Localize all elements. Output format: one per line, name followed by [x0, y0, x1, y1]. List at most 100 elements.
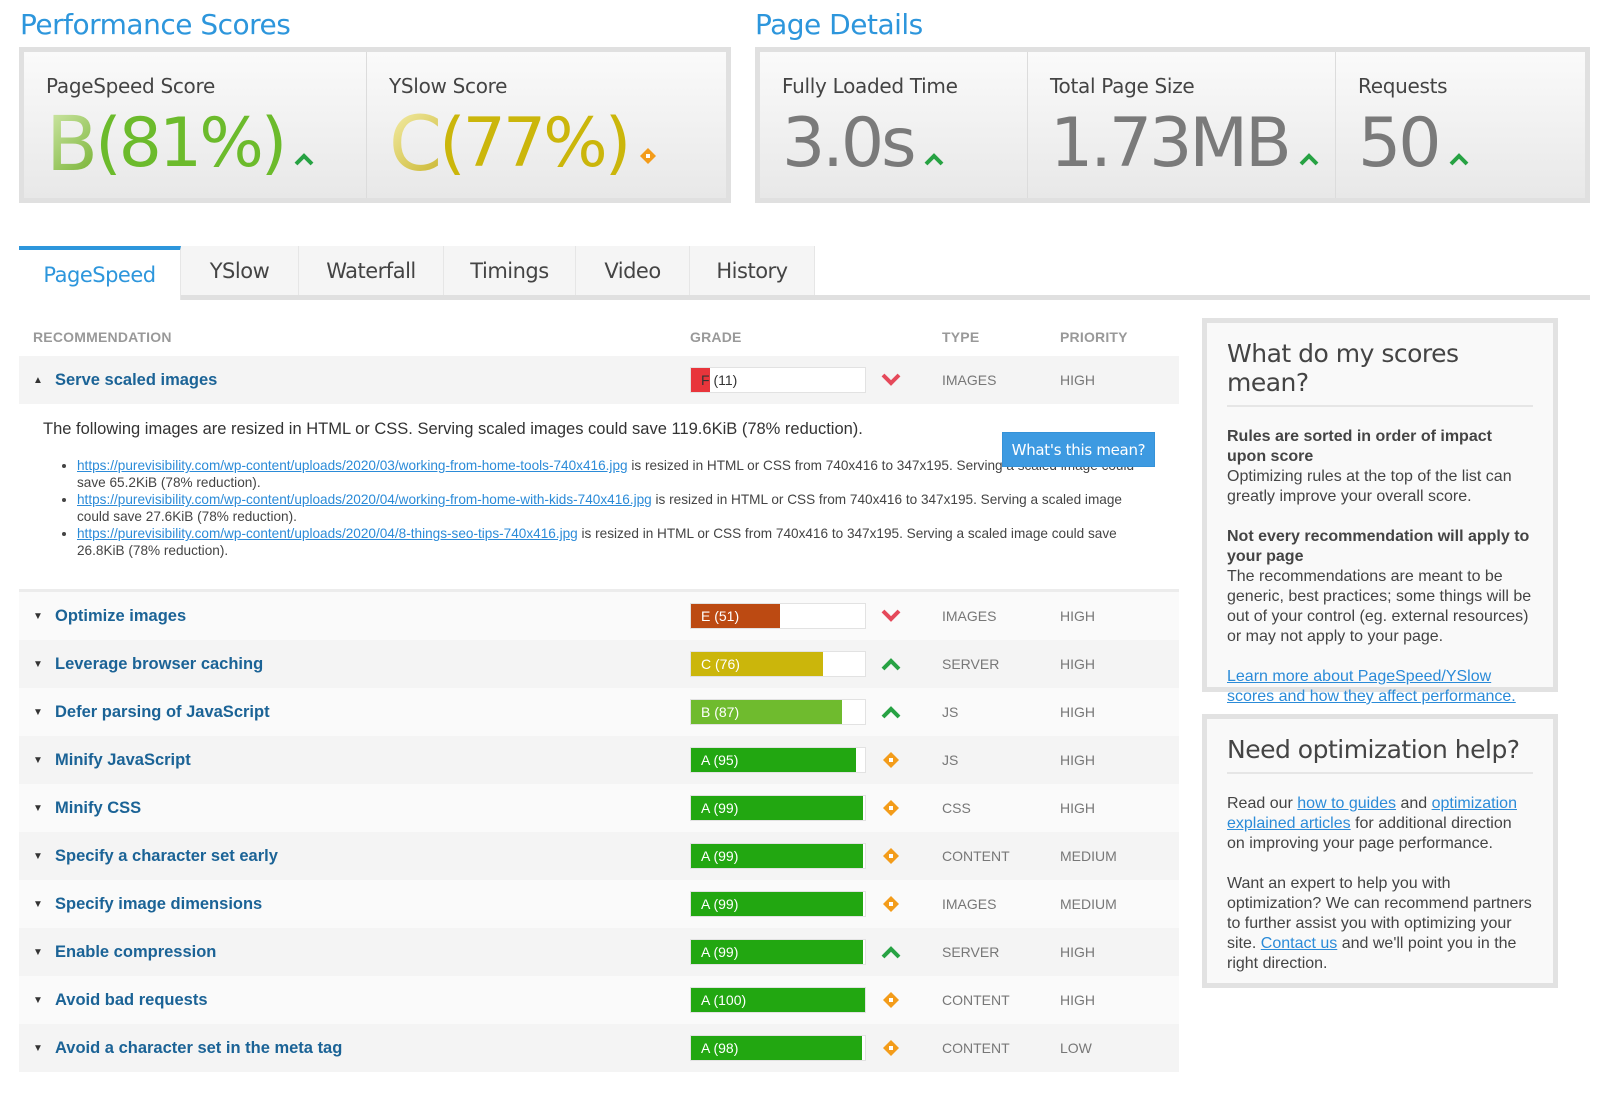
scores-box-heading: Not every recommendation will apply to y… — [1227, 528, 1530, 565]
caret-down-icon: ▼ — [33, 610, 43, 622]
detail-summary: The following images are resized in HTML… — [43, 420, 863, 438]
caret-down-icon: ▼ — [33, 802, 43, 814]
grade-bar: C (76) — [690, 651, 866, 677]
requests-card: Requests 50 — [1336, 52, 1585, 198]
type-cell: JS — [942, 704, 959, 720]
recommendation-toggle[interactable]: ▼ Avoid bad requests — [33, 991, 676, 1010]
grade-bar: A (99) — [690, 939, 866, 965]
recommendation-name: Minify CSS — [55, 798, 142, 817]
yslow-grade: C — [389, 99, 442, 188]
tab-video[interactable]: Video — [576, 246, 690, 295]
priority-cell: HIGH — [1060, 800, 1095, 816]
tab-history[interactable]: History — [690, 246, 815, 295]
trend-neutral-icon — [880, 845, 902, 867]
grade-label: A (98) — [701, 1040, 739, 1056]
metric-value: 50 — [1358, 104, 1442, 183]
caret-down-icon: ▼ — [33, 658, 43, 670]
recommendation-toggle[interactable]: ▼ Specify a character set early — [33, 847, 676, 866]
recommendation-name: Defer parsing of JavaScript — [55, 702, 270, 721]
table-row[interactable]: ▼ Avoid bad requests A (100) CONTENT HIGH — [19, 976, 1179, 1024]
text: Read our — [1227, 795, 1298, 812]
trend-up-icon — [880, 653, 902, 675]
grade-label: B (87) — [701, 704, 740, 720]
priority-cell: HIGH — [1060, 992, 1095, 1008]
image-url-link[interactable]: https://purevisibility.com/wp-content/up… — [77, 492, 652, 507]
tab-strip-divider — [181, 295, 1590, 300]
priority-cell: LOW — [1060, 1040, 1092, 1056]
header-grade: GRADE — [690, 329, 742, 345]
caret-down-icon: ▼ — [33, 898, 43, 910]
trend-up-icon — [924, 104, 944, 184]
priority-cell: HIGH — [1060, 752, 1095, 768]
detail-list: https://purevisibility.com/wp-content/up… — [77, 457, 1137, 559]
recommendation-toggle[interactable]: ▼ Minify CSS — [33, 799, 676, 818]
scores-box-title: What do my scores mean? — [1227, 339, 1533, 407]
recommendation-name: Enable compression — [55, 942, 217, 961]
caret-down-icon: ▼ — [33, 994, 43, 1006]
grade-bar: B (87) — [690, 699, 866, 725]
tab-pagespeed[interactable]: PageSpeed — [19, 246, 181, 300]
table-row[interactable]: ▼ Avoid a character set in the meta tag A … — [19, 1024, 1179, 1072]
recommendation-toggle[interactable]: ▼ Optimize images — [33, 607, 676, 626]
priority-cell: MEDIUM — [1060, 896, 1117, 912]
type-cell: IMAGES — [942, 608, 997, 624]
how-to-guides-link[interactable]: how to guides — [1297, 795, 1396, 812]
table-row[interactable]: ▼ Defer parsing of JavaScript B (87) JS HIGH — [19, 688, 1179, 736]
grade-bar: A (95) — [690, 747, 866, 773]
pagespeed-score-label: PageSpeed Score — [46, 74, 215, 98]
metric-label: Total Page Size — [1050, 74, 1195, 98]
recommendation-toggle[interactable]: ▼ Leverage browser caching — [33, 655, 676, 674]
table-row[interactable]: ▼ Minify CSS A (99) CSS HIGH — [19, 784, 1179, 832]
type-cell: IMAGES — [942, 372, 997, 388]
grade-bar: A (99) — [690, 843, 866, 869]
optimization-help-box: Need optimization help? Read our how to … — [1202, 714, 1558, 988]
tab-yslow[interactable]: YSlow — [181, 246, 299, 295]
grade-label: A (100) — [701, 992, 747, 1008]
scores-box-text: The recommendations are meant to be gene… — [1227, 568, 1532, 645]
grade-label: C (76) — [701, 656, 740, 672]
image-url-link[interactable]: https://purevisibility.com/wp-content/up… — [77, 458, 628, 473]
type-cell: CSS — [942, 800, 971, 816]
trend-up-icon — [1299, 104, 1319, 184]
yslow-score-label: YSlow Score — [389, 74, 508, 98]
table-row[interactable]: ▼ Minify JavaScript A (95) JS HIGH — [19, 736, 1179, 784]
recommendation-toggle[interactable]: ▼ Enable compression — [33, 943, 676, 962]
trend-neutral-icon — [880, 749, 902, 771]
trend-up-icon — [880, 941, 902, 963]
type-cell: CONTENT — [942, 1040, 1010, 1056]
trend-up-icon — [294, 104, 314, 184]
caret-down-icon: ▼ — [33, 946, 43, 958]
recommendation-toggle[interactable]: ▼ Defer parsing of JavaScript — [33, 703, 676, 722]
table-row[interactable]: ▲ Serve scaled images F (11) IMAGES HIGH — [19, 356, 1179, 404]
header-priority: PRIORITY — [1060, 329, 1128, 345]
image-url-link[interactable]: https://purevisibility.com/wp-content/up… — [77, 526, 578, 541]
whats-this-mean-button[interactable]: What's this mean? — [1002, 432, 1155, 467]
caret-up-icon: ▲ — [33, 374, 43, 386]
metric-label: Fully Loaded Time — [782, 74, 958, 98]
tab-timings[interactable]: Timings — [444, 246, 576, 295]
detail-item: https://purevisibility.com/wp-content/up… — [77, 491, 1137, 525]
table-row[interactable]: ▼ Specify a character set early A (99) CONT… — [19, 832, 1179, 880]
recommendation-toggle[interactable]: ▼ Minify JavaScript — [33, 751, 676, 770]
recommendation-toggle[interactable]: ▼ Specify image dimensions — [33, 895, 676, 914]
contact-us-link[interactable]: Contact us — [1261, 935, 1337, 952]
tab-waterfall[interactable]: Waterfall — [299, 246, 444, 295]
yslow-percent: (77%) — [439, 104, 631, 183]
recommendation-toggle[interactable]: ▼ Avoid a character set in the meta tag — [33, 1039, 676, 1058]
priority-cell: MEDIUM — [1060, 848, 1117, 864]
recommendation-toggle[interactable]: ▲ Serve scaled images — [33, 371, 676, 390]
recommendation-name: Avoid bad requests — [55, 990, 208, 1009]
grade-bar: F (11) — [690, 367, 866, 393]
table-row[interactable]: ▼ Enable compression A (99) SERVER HIGH — [19, 928, 1179, 976]
pagespeed-grade: B — [46, 99, 98, 188]
recommendations-table: RECOMMENDATION GRADE TYPE PRIORITY ▲ Serv… — [19, 318, 1179, 1072]
table-row[interactable]: ▼ Optimize images E (51) IMAGES HIGH — [19, 592, 1179, 640]
table-row[interactable]: ▼ Leverage browser caching C (76) SERVER HIG… — [19, 640, 1179, 688]
performance-scores-panel: PageSpeed Score B (81%) YSlow Score C (7… — [19, 47, 731, 203]
trend-up-icon — [880, 701, 902, 723]
total-page-size-card: Total Page Size 1.73MB — [1028, 52, 1336, 198]
table-row[interactable]: ▼ Specify image dimensions A (99) IMAGES MED… — [19, 880, 1179, 928]
learn-more-link[interactable]: Learn more about PageSpeed/YSlow scores … — [1227, 668, 1516, 705]
priority-cell: HIGH — [1060, 372, 1095, 388]
grade-label: A (99) — [701, 800, 739, 816]
